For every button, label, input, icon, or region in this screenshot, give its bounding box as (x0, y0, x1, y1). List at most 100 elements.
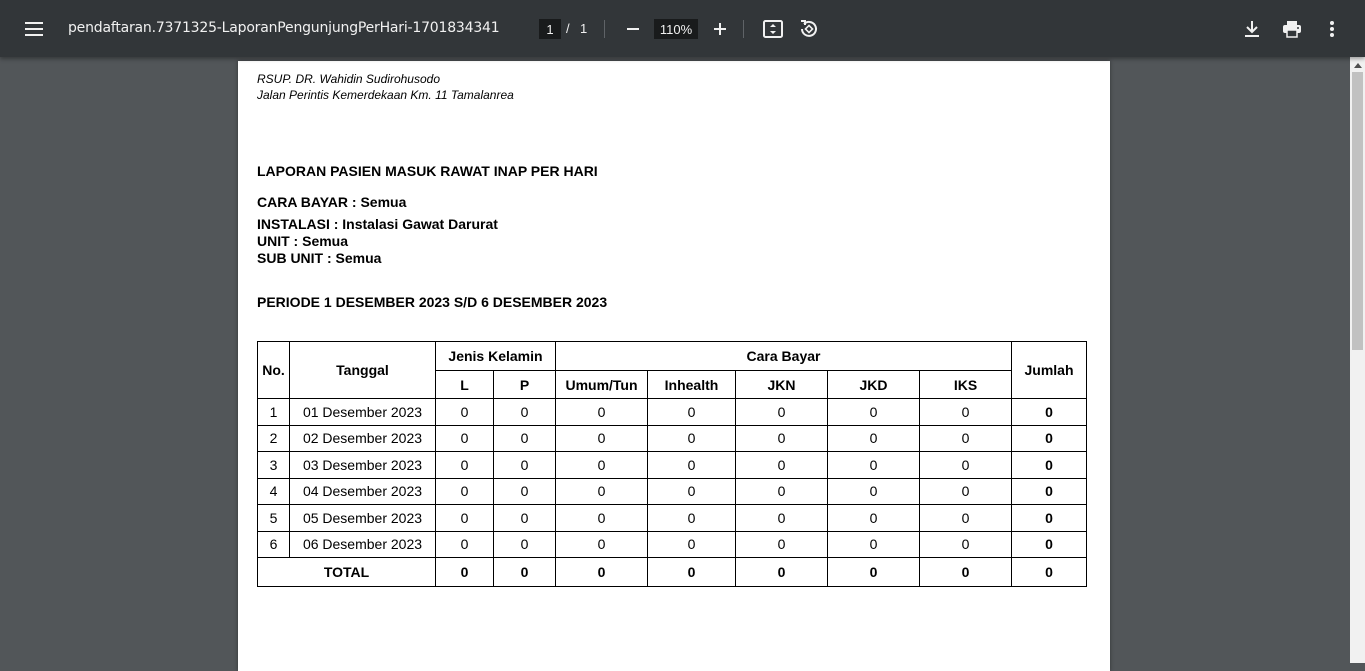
cell-jkd: 0 (827, 451, 920, 479)
header-tanggal: Tanggal (289, 341, 436, 399)
header-jkd: JKD (827, 370, 920, 399)
cell-l: 0 (435, 424, 494, 452)
cell-l: 0 (435, 451, 494, 479)
cell-tanggal: 01 Desember 2023 (289, 398, 436, 426)
cell-iks: 0 (919, 398, 1012, 426)
cell-p: 0 (493, 398, 556, 426)
print-button[interactable] (1277, 14, 1307, 44)
total-umum: 0 (555, 557, 648, 587)
total-jkd: 0 (827, 557, 920, 587)
cell-inhealth: 0 (647, 424, 736, 452)
cell-jkn: 0 (735, 477, 828, 505)
report-table: No. Tanggal Jenis Kelamin Cara Bayar Jum… (257, 341, 1087, 587)
zoom-input[interactable] (654, 19, 698, 39)
header-l: L (435, 370, 494, 399)
file-title: pendaftaran.7371325-LaporanPengunjungPer… (68, 20, 500, 36)
cell-tanggal: 03 Desember 2023 (289, 451, 436, 479)
cell-p: 0 (493, 504, 556, 532)
cell-l: 0 (435, 530, 494, 558)
table-row: 1 01 Desember 2023 0 0 0 0 0 0 0 0 (257, 398, 1087, 426)
hamburger-menu-icon (25, 22, 43, 36)
cell-iks: 0 (919, 424, 1012, 452)
sub-unit-line: SUB UNIT : Semua (257, 250, 382, 266)
pdf-page: RSUP. DR. Wahidin Sudirohusodo Jalan Per… (238, 61, 1110, 671)
cell-umum: 0 (555, 424, 648, 452)
cell-no: 4 (257, 477, 290, 505)
toolbar-divider (604, 20, 605, 38)
cell-no: 3 (257, 451, 290, 479)
hospital-name: RSUP. DR. Wahidin Sudirohusodo (257, 72, 440, 86)
cell-inhealth: 0 (647, 530, 736, 558)
cell-l: 0 (435, 504, 494, 532)
zoom-out-button[interactable] (618, 14, 648, 44)
cell-inhealth: 0 (647, 451, 736, 479)
table-row: 6 06 Desember 2023 0 0 0 0 0 0 0 0 (257, 530, 1087, 558)
cell-l: 0 (435, 398, 494, 426)
cell-tanggal: 05 Desember 2023 (289, 504, 436, 532)
zoom-in-button[interactable] (705, 14, 735, 44)
report-title: LAPORAN PASIEN MASUK RAWAT INAP PER HARI (257, 163, 598, 179)
scroll-up-arrow-icon[interactable] (1350, 59, 1365, 71)
cell-iks: 0 (919, 451, 1012, 479)
cell-umum: 0 (555, 530, 648, 558)
total-p: 0 (493, 557, 556, 587)
periode-line: PERIODE 1 DESEMBER 2023 S/D 6 DESEMBER 2… (257, 294, 608, 310)
table-row: 5 05 Desember 2023 0 0 0 0 0 0 0 0 (257, 504, 1087, 532)
cell-iks: 0 (919, 477, 1012, 505)
cell-jumlah: 0 (1011, 504, 1087, 532)
total-iks: 0 (919, 557, 1012, 587)
header-inhealth: Inhealth (647, 370, 736, 399)
total-pages: 1 (580, 21, 588, 36)
header-p: P (493, 370, 556, 399)
cell-jumlah: 0 (1011, 477, 1087, 505)
menu-button[interactable] (19, 14, 49, 44)
total-inhealth: 0 (647, 557, 736, 587)
table-header-row: No. Tanggal Jenis Kelamin Cara Bayar Jum… (257, 341, 1087, 399)
cell-jkd: 0 (827, 398, 920, 426)
total-jumlah: 0 (1011, 557, 1087, 587)
cell-jumlah: 0 (1011, 451, 1087, 479)
table-row: 4 04 Desember 2023 0 0 0 0 0 0 0 0 (257, 477, 1087, 505)
cell-inhealth: 0 (647, 477, 736, 505)
total-l: 0 (435, 557, 494, 587)
vertical-scrollbar[interactable] (1350, 57, 1365, 663)
header-no: No. (257, 341, 290, 399)
unit-line: UNIT : Semua (257, 233, 349, 249)
table-total-row: TOTAL 0 0 0 0 0 0 0 0 (257, 557, 1087, 587)
cell-l: 0 (435, 477, 494, 505)
cell-jkn: 0 (735, 530, 828, 558)
cell-tanggal: 02 Desember 2023 (289, 424, 436, 452)
rotate-icon (799, 19, 819, 39)
table-row: 3 03 Desember 2023 0 0 0 0 0 0 0 0 (257, 451, 1087, 479)
cell-no: 2 (257, 424, 290, 452)
cara-bayar-line: CARA BAYAR : Semua (257, 194, 407, 210)
cell-p: 0 (493, 451, 556, 479)
page-separator: / (566, 21, 570, 36)
cell-umum: 0 (555, 398, 648, 426)
cell-p: 0 (493, 530, 556, 558)
page-number-input[interactable] (539, 19, 561, 39)
total-jkn: 0 (735, 557, 828, 587)
cell-no: 5 (257, 504, 290, 532)
download-button[interactable] (1237, 14, 1267, 44)
cell-iks: 0 (919, 530, 1012, 558)
table-row: 2 02 Desember 2023 0 0 0 0 0 0 0 0 (257, 424, 1087, 452)
fit-to-page-button[interactable] (758, 14, 788, 44)
cell-jkd: 0 (827, 504, 920, 532)
cell-no: 1 (257, 398, 290, 426)
instalasi-line: INSTALASI : Instalasi Gawat Darurat (257, 216, 498, 232)
header-jumlah: Jumlah (1011, 341, 1087, 399)
minus-icon (626, 22, 640, 36)
rotate-button[interactable] (794, 14, 824, 44)
more-options-button[interactable] (1317, 14, 1347, 44)
cell-p: 0 (493, 424, 556, 452)
scrollbar-thumb[interactable] (1352, 72, 1363, 350)
cell-jkn: 0 (735, 424, 828, 452)
cell-no: 6 (257, 530, 290, 558)
header-iks: IKS (919, 370, 1012, 399)
print-icon (1282, 20, 1302, 38)
cell-jkd: 0 (827, 530, 920, 558)
cell-jkd: 0 (827, 477, 920, 505)
cell-tanggal: 06 Desember 2023 (289, 530, 436, 558)
header-jenis-kelamin: Jenis Kelamin (435, 341, 556, 371)
